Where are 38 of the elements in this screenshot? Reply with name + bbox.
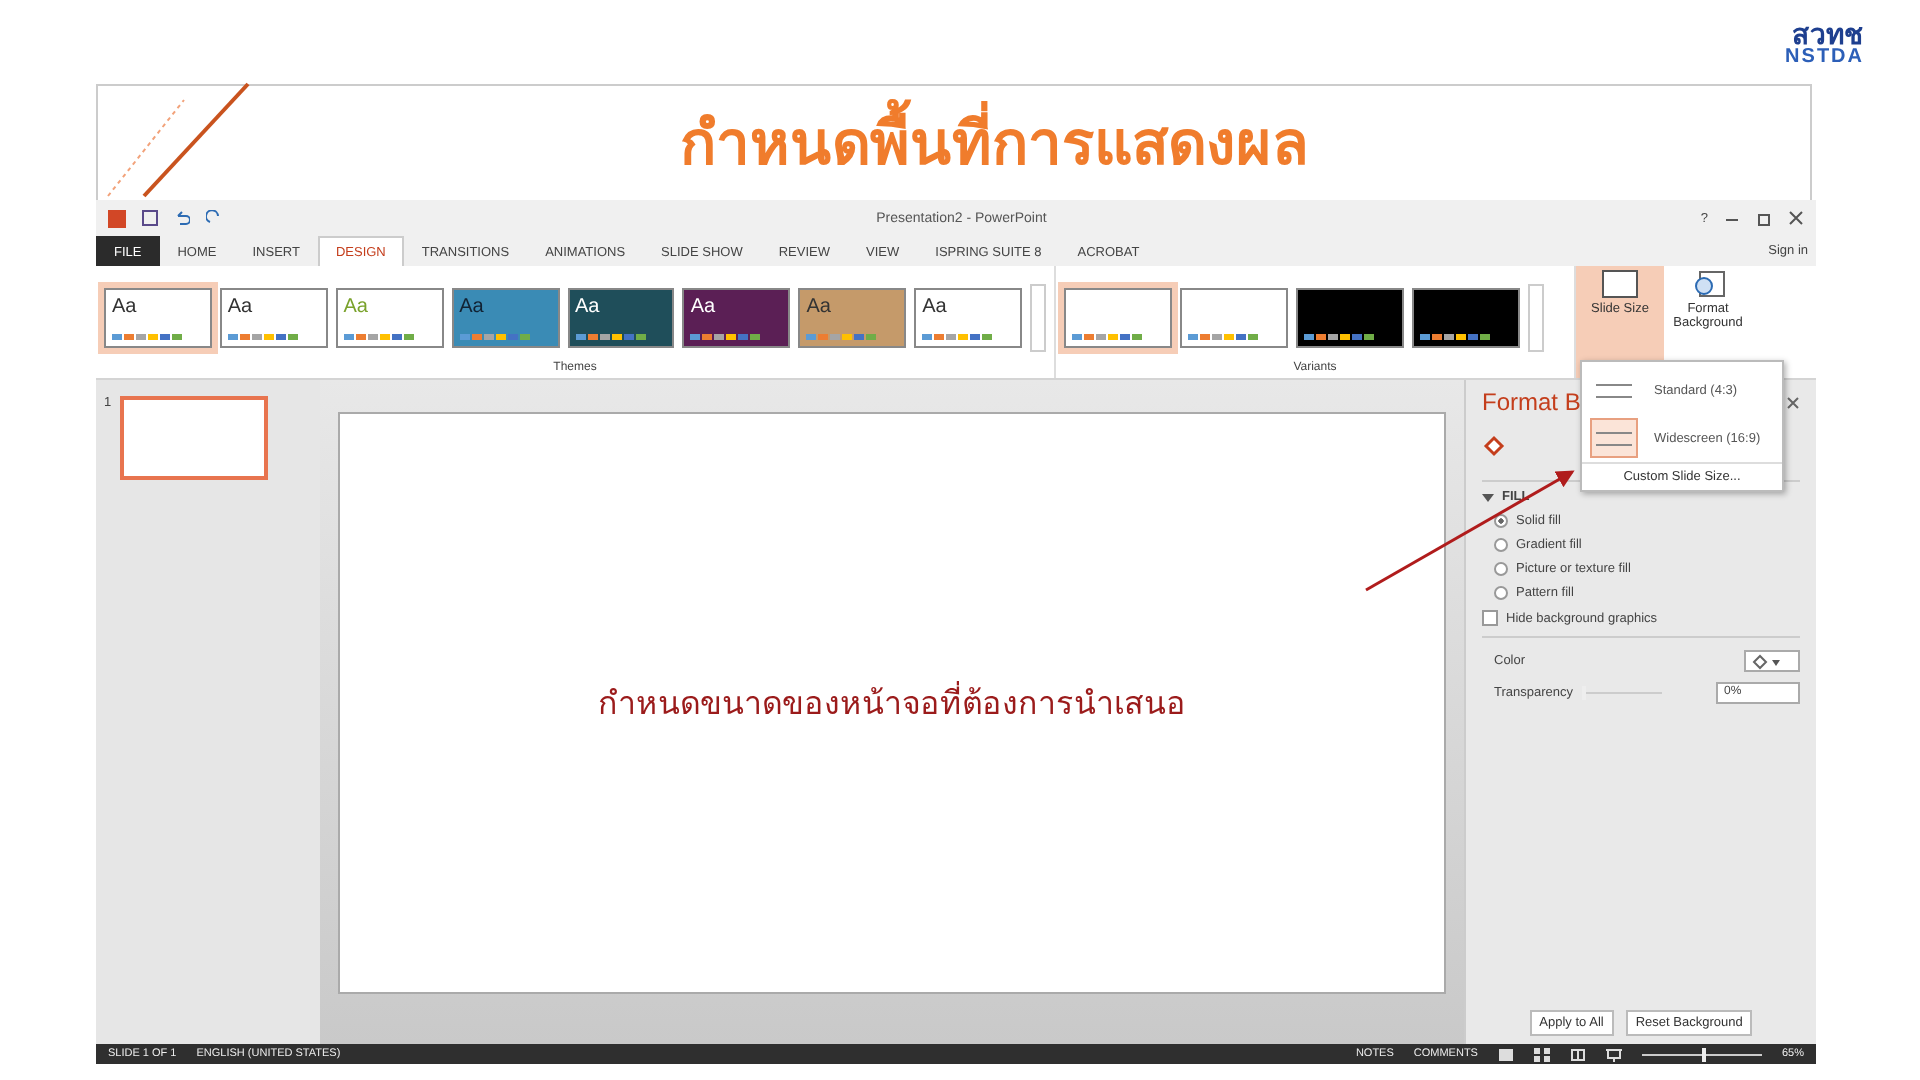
theme-thumbnail[interactable]: Aa (219, 287, 328, 347)
restore-icon[interactable] (1756, 210, 1772, 226)
radio-button[interactable] (1494, 538, 1508, 552)
slide-thumbnail[interactable] (119, 396, 268, 480)
gallery-scrollbar[interactable] (1528, 283, 1544, 351)
logo-text: NSTDA (1785, 48, 1864, 68)
redo-icon[interactable] (206, 210, 222, 226)
pane-title: Format B (1482, 388, 1581, 416)
radio-button[interactable] (1494, 562, 1508, 576)
radio-button[interactable] (1494, 514, 1508, 528)
theme-thumbnail[interactable]: Aa (451, 287, 559, 347)
variant-thumbnail[interactable] (1412, 287, 1520, 347)
radio-button[interactable] (1494, 586, 1508, 600)
normal-view-icon[interactable] (1497, 1047, 1514, 1061)
logo-text: สวทช (1792, 20, 1864, 48)
close-icon[interactable] (1786, 395, 1800, 409)
decorative-lines-drawing (107, 82, 250, 198)
zoom-thumb[interactable] (1701, 1047, 1706, 1061)
slide-text: กำหนดขนาดของหน้าจอที่ต้องการนำเสนอ (598, 678, 1186, 728)
color-picker[interactable] (1744, 650, 1800, 672)
theme-thumbnail[interactable]: Aa (914, 287, 1022, 347)
book-icon[interactable] (1569, 1047, 1586, 1061)
save-icon[interactable] (142, 210, 158, 226)
gallery-scrollbar[interactable] (1030, 283, 1046, 351)
checkbox[interactable] (1482, 610, 1498, 626)
presentation-icon[interactable] (1605, 1047, 1622, 1061)
slide-icon (1602, 270, 1638, 298)
theme-thumbnail[interactable]: Aa (682, 287, 791, 347)
theme-thumbnail[interactable]: Aa (567, 287, 675, 347)
expand-arrow-icon[interactable] (1482, 491, 1494, 503)
slide-title: กำหนดพื้นที่การแสดงผล (680, 96, 1308, 190)
app-logo-icon[interactable] (108, 209, 126, 227)
variant-thumbnail[interactable] (1180, 287, 1288, 347)
undo-icon[interactable] (174, 210, 190, 226)
close-icon[interactable] (1788, 210, 1804, 226)
theme-thumbnail[interactable]: Aa (798, 287, 907, 347)
grid-view-icon[interactable] (1533, 1047, 1550, 1061)
variant-thumbnail[interactable] (1296, 287, 1404, 347)
